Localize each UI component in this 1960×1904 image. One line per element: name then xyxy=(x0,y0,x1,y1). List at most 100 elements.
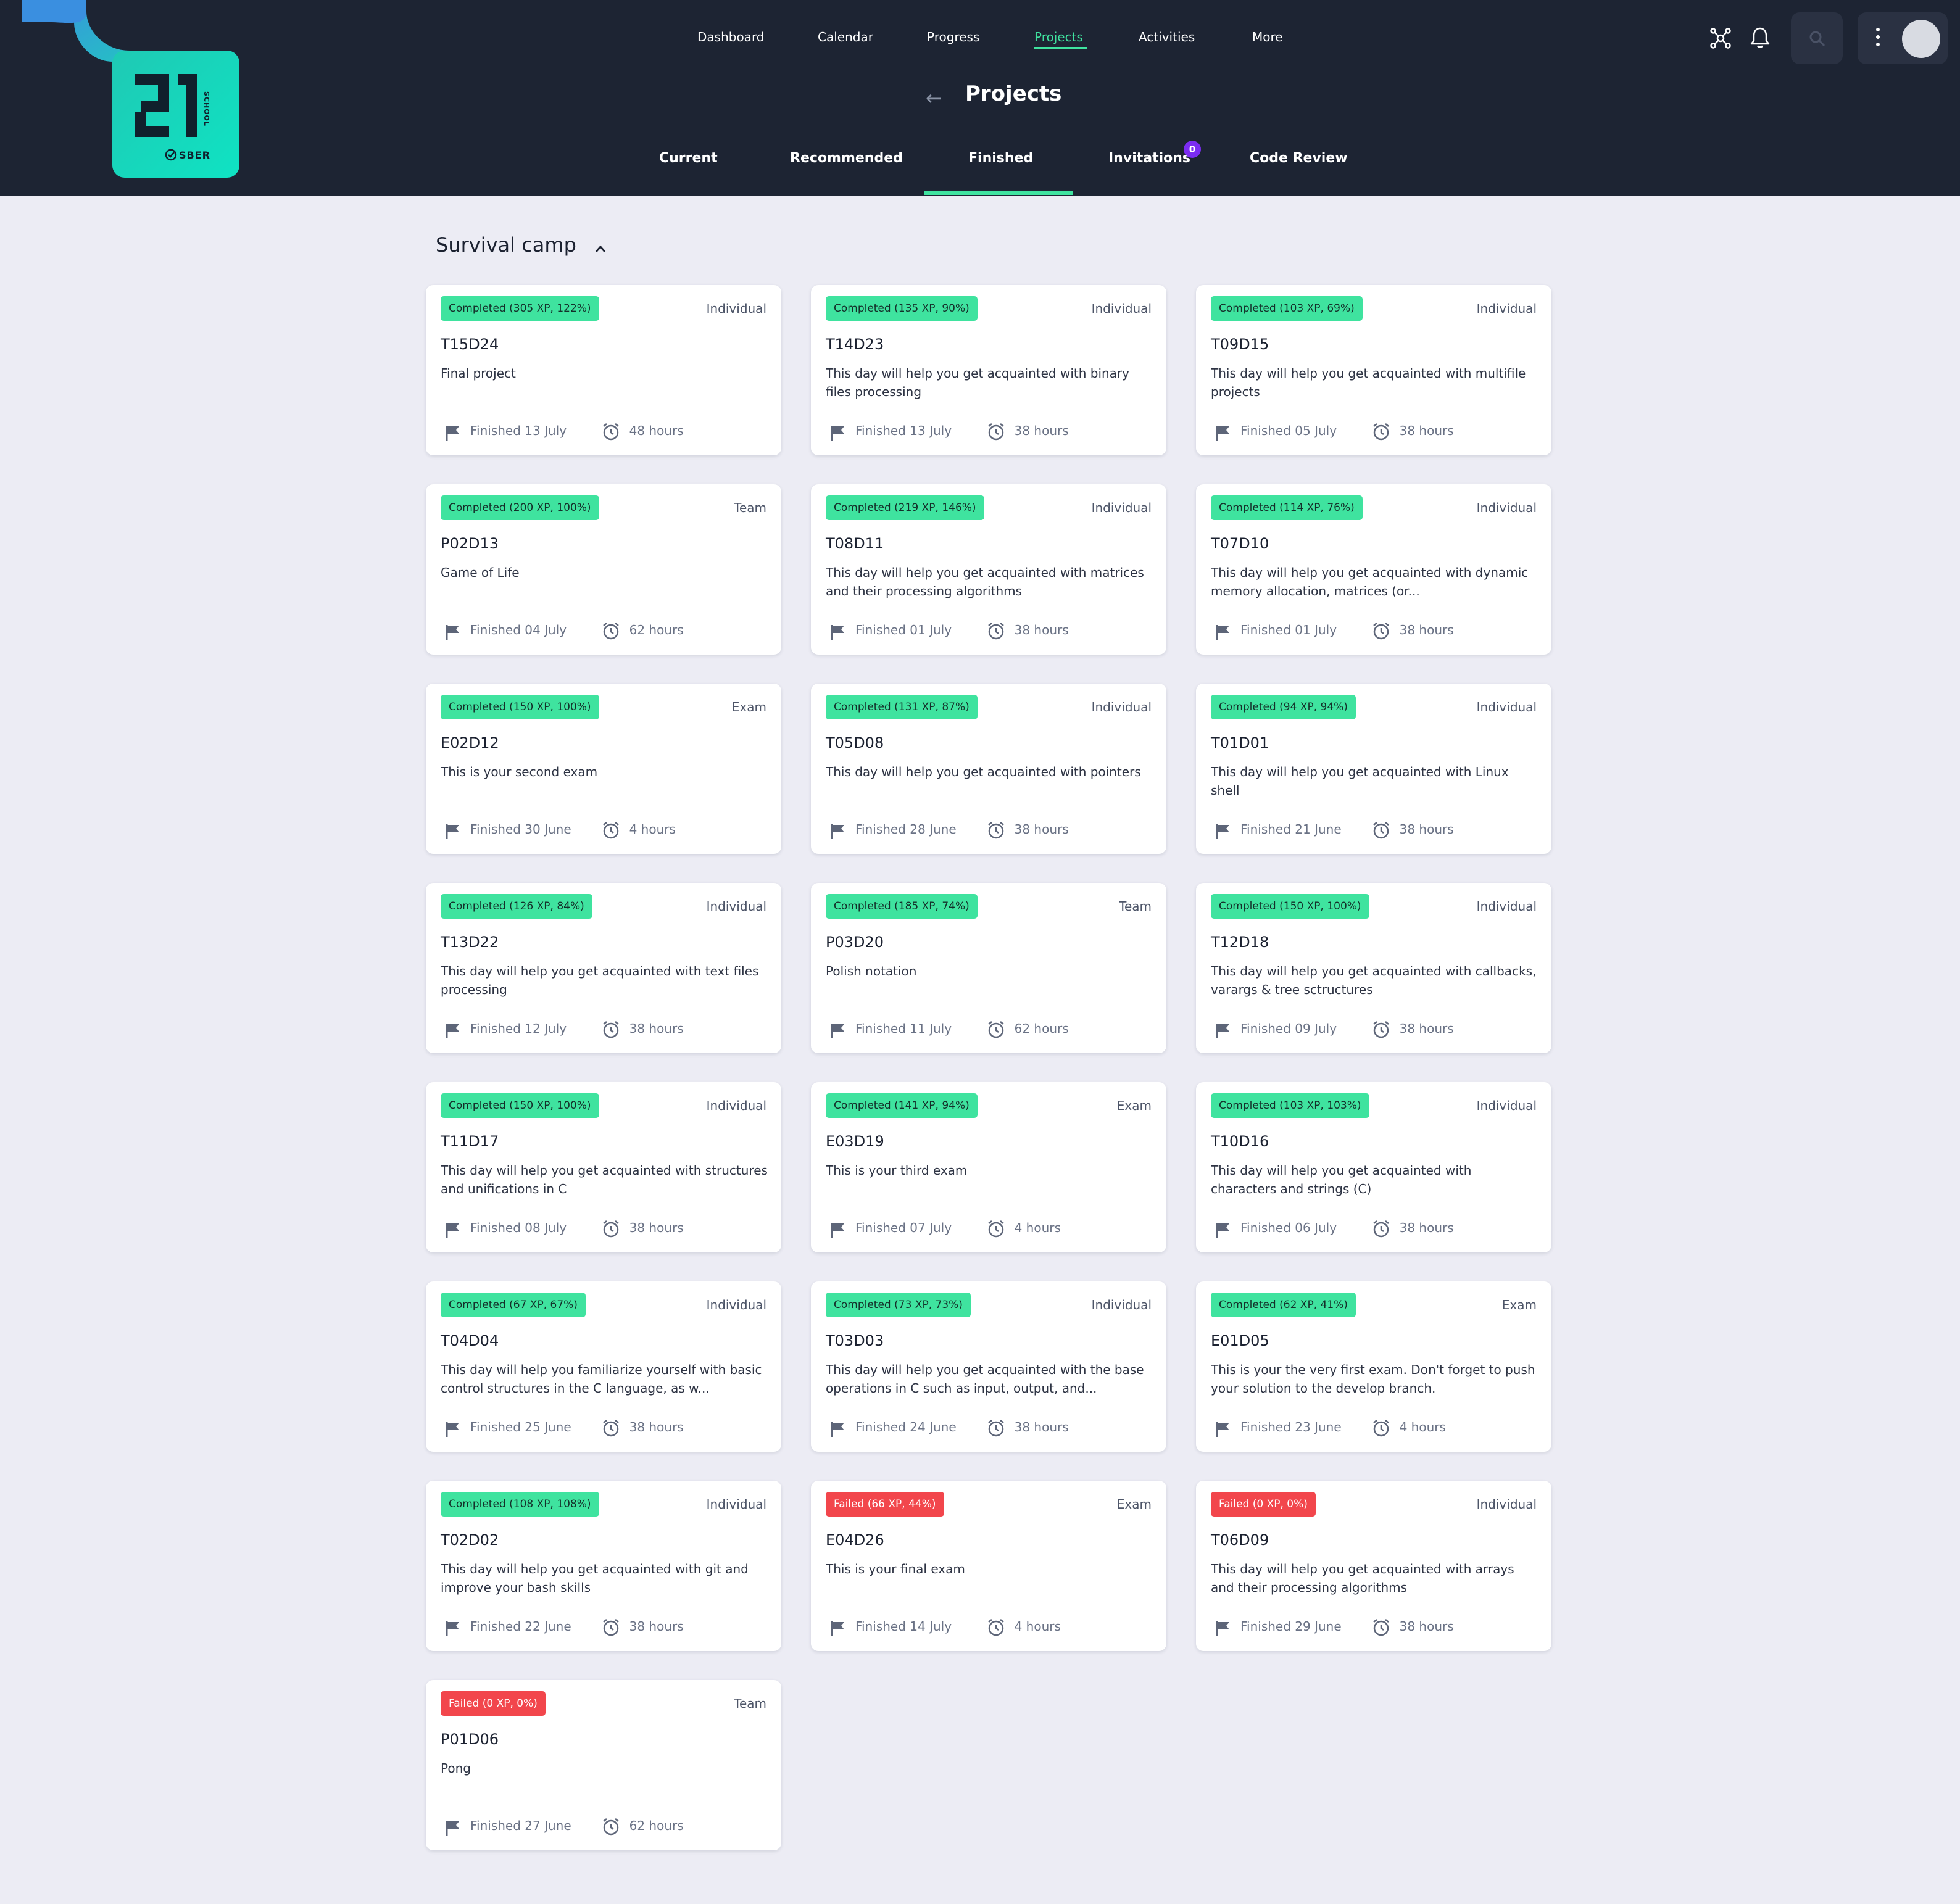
status-badge: Failed (66 XP, 44%) xyxy=(826,1492,944,1517)
project-type: Exam xyxy=(1116,1497,1152,1512)
bell-icon[interactable] xyxy=(1749,26,1771,49)
project-code: T07D10 xyxy=(1211,535,1269,552)
duration-hours: 38 hours xyxy=(629,1619,684,1634)
alarm-clock-icon xyxy=(1372,1619,1389,1636)
project-meta: Finished 29 June 38 hours xyxy=(1211,1618,1544,1637)
chevron-up-icon[interactable] xyxy=(591,241,610,257)
project-card[interactable]: Completed (114 XP, 76%) Individual T07D10 T… xyxy=(1196,484,1551,655)
project-code: P03D20 xyxy=(826,933,884,951)
nav-more[interactable]: More xyxy=(1252,30,1283,44)
duration-hours: 4 hours xyxy=(629,822,676,837)
flag-icon xyxy=(1216,426,1229,441)
project-card[interactable]: Completed (150 XP, 100%) Individual T11D17… xyxy=(426,1082,781,1252)
project-meta: Finished 09 July 38 hours xyxy=(1211,1020,1544,1040)
flag-icon xyxy=(446,426,459,441)
project-meta: Finished 12 July 38 hours xyxy=(441,1020,774,1040)
project-card[interactable]: Completed (67 XP, 67%) Individual T04D04 Th… xyxy=(426,1281,781,1452)
flag-icon xyxy=(1216,1422,1229,1437)
flag-icon xyxy=(831,1422,844,1437)
project-card[interactable]: Completed (126 XP, 84%) Individual T13D22 T… xyxy=(426,883,781,1053)
project-card[interactable]: Failed (66 XP, 44%) Exam E04D26 This is you… xyxy=(811,1481,1166,1651)
tab-recommended[interactable]: Recommended xyxy=(790,151,903,166)
project-description: This day will help you get acquainted wi… xyxy=(1211,1163,1472,1196)
project-subtabs: Current Recommended Finished Invitations… xyxy=(0,151,1960,175)
avatar[interactable] xyxy=(1902,20,1940,58)
alarm-clock-icon xyxy=(602,1619,619,1636)
project-card[interactable]: Completed (62 XP, 41%) Exam E01D05 This is … xyxy=(1196,1281,1551,1452)
project-card[interactable]: Completed (219 XP, 146%) Individual T08D11… xyxy=(811,484,1166,655)
duration-hours: 4 hours xyxy=(1014,1220,1061,1235)
network-icon[interactable] xyxy=(1709,27,1732,49)
nav-projects[interactable]: Projects xyxy=(1034,30,1083,44)
duration-hours: 38 hours xyxy=(629,1420,684,1434)
alarm-clock-icon xyxy=(1372,822,1389,839)
tab-current[interactable]: Current xyxy=(659,151,718,166)
project-meta: Finished 27 June 62 hours xyxy=(441,1817,774,1837)
status-badge: Completed (67 XP, 67%) xyxy=(441,1293,586,1317)
nav-activities[interactable]: Activities xyxy=(1139,30,1195,44)
project-meta: Finished 08 July 38 hours xyxy=(441,1219,774,1239)
nav-progress[interactable]: Progress xyxy=(927,30,979,44)
subtab-active-indicator xyxy=(924,191,1073,195)
project-card[interactable]: Completed (73 XP, 73%) Individual T03D03 Th… xyxy=(811,1281,1166,1452)
alarm-clock-icon xyxy=(987,822,1004,839)
alarm-clock-icon xyxy=(987,1420,1004,1437)
nav-calendar[interactable]: Calendar xyxy=(818,30,873,44)
project-card[interactable]: Completed (94 XP, 94%) Individual T01D01 Th… xyxy=(1196,684,1551,854)
status-badge: Completed (126 XP, 84%) xyxy=(441,894,592,919)
project-card[interactable]: Completed (200 XP, 100%) Team P02D13 Game o… xyxy=(426,484,781,655)
finished-date: Finished 22 June xyxy=(470,1619,571,1634)
project-card[interactable]: Completed (305 XP, 122%) Individual T15D24… xyxy=(426,285,781,455)
finished-date: Finished 27 June xyxy=(470,1818,571,1833)
kebab-menu-icon[interactable] xyxy=(1875,26,1881,51)
project-code: T06D09 xyxy=(1211,1531,1269,1549)
tab-finished[interactable]: Finished xyxy=(968,151,1033,166)
alarm-clock-icon xyxy=(602,1818,619,1836)
tab-code-review[interactable]: Code Review xyxy=(1250,151,1348,166)
flag-icon xyxy=(831,426,844,441)
alarm-clock-icon xyxy=(1372,423,1389,441)
project-code: T01D01 xyxy=(1211,734,1269,751)
project-card[interactable]: Completed (141 XP, 94%) Exam E03D19 This is… xyxy=(811,1082,1166,1252)
back-arrow-icon[interactable]: ← xyxy=(926,86,942,110)
alarm-clock-icon xyxy=(987,1021,1004,1038)
tab-invitations[interactable]: Invitations xyxy=(1108,151,1190,166)
project-card[interactable]: Failed (0 XP, 0%) Team P01D06 Pong Finished … xyxy=(426,1680,781,1850)
project-code: T10D16 xyxy=(1211,1133,1269,1150)
project-card[interactable]: Completed (150 XP, 100%) Individual T12D18… xyxy=(1196,883,1551,1053)
project-description: This day will help you get acquainted wi… xyxy=(826,1362,1144,1396)
finished-date: Finished 01 July xyxy=(1240,623,1337,637)
nav-dashboard[interactable]: Dashboard xyxy=(697,30,765,44)
project-meta: Finished 01 July 38 hours xyxy=(826,621,1159,641)
project-card[interactable]: Completed (108 XP, 108%) Individual T02D02… xyxy=(426,1481,781,1651)
search-button[interactable] xyxy=(1791,12,1843,64)
finished-date: Finished 12 July xyxy=(470,1021,567,1036)
project-code: T15D24 xyxy=(441,336,499,353)
status-badge: Completed (108 XP, 108%) xyxy=(441,1492,599,1517)
project-card[interactable]: Completed (185 XP, 74%) Team P03D20 Polish … xyxy=(811,883,1166,1053)
project-type: Individual xyxy=(1476,899,1537,914)
project-code: P01D06 xyxy=(441,1731,499,1748)
user-menu[interactable] xyxy=(1858,12,1948,64)
finished-date: Finished 04 July xyxy=(470,623,567,637)
project-code: E03D19 xyxy=(826,1133,884,1150)
project-code: T04D04 xyxy=(441,1332,499,1349)
project-meta: Finished 13 July 48 hours xyxy=(441,422,774,442)
flag-icon xyxy=(831,1024,844,1038)
project-card[interactable]: Completed (103 XP, 69%) Individual T09D15 T… xyxy=(1196,285,1551,455)
status-badge: Completed (103 XP, 69%) xyxy=(1211,296,1363,321)
project-description: This day will help you get acquainted wi… xyxy=(1211,366,1526,399)
finished-date: Finished 01 July xyxy=(855,623,952,637)
project-card[interactable]: Completed (150 XP, 100%) Exam E02D12 This i… xyxy=(426,684,781,854)
project-card[interactable]: Completed (135 XP, 90%) Individual T14D23 T… xyxy=(811,285,1166,455)
project-type: Individual xyxy=(1091,700,1152,714)
alarm-clock-icon xyxy=(602,623,619,640)
project-meta: Finished 04 July 62 hours xyxy=(441,621,774,641)
project-card[interactable]: Completed (131 XP, 87%) Individual T05D08 T… xyxy=(811,684,1166,854)
project-card[interactable]: Failed (0 XP, 0%) Individual T06D09 This da… xyxy=(1196,1481,1551,1651)
status-badge: Completed (150 XP, 100%) xyxy=(1211,894,1369,919)
project-type: Individual xyxy=(706,301,766,316)
project-card[interactable]: Completed (103 XP, 103%) Individual T10D16… xyxy=(1196,1082,1551,1252)
finished-date: Finished 13 July xyxy=(470,423,567,438)
duration-hours: 38 hours xyxy=(1399,1220,1454,1235)
